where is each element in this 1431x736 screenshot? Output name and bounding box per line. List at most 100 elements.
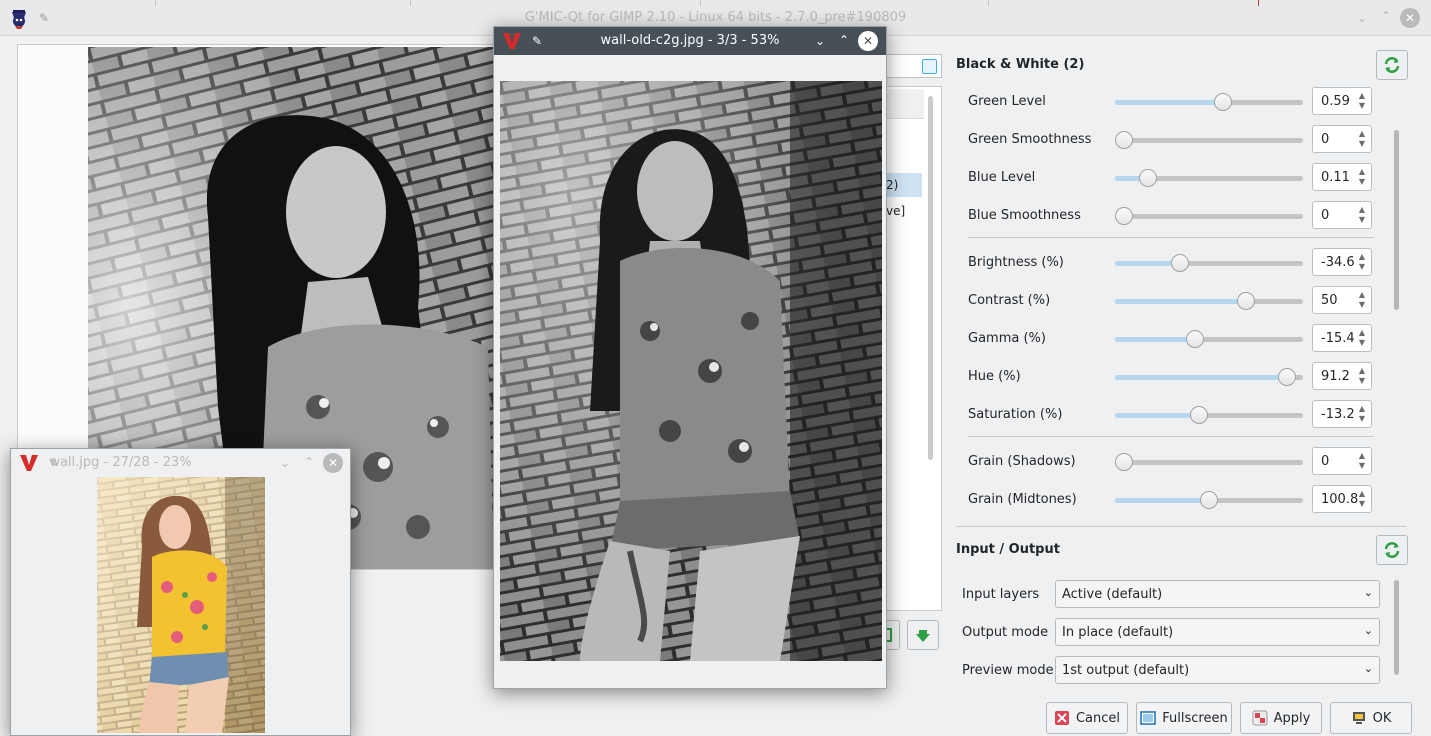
param-slider[interactable]: [1115, 299, 1303, 304]
param-label: Saturation (%): [968, 407, 1063, 422]
bw-image[interactable]: [500, 81, 882, 661]
param-spinbox[interactable]: 0.59 ▲ ▼: [1312, 87, 1372, 115]
param-spinbox[interactable]: 0.11 ▲ ▼: [1312, 163, 1372, 191]
spin-arrows-icon[interactable]: ▲ ▼: [1357, 489, 1367, 509]
spin-arrows-icon[interactable]: ▲ ▼: [1357, 328, 1367, 348]
search-icon[interactable]: [922, 59, 937, 74]
slider-handle[interactable]: [1213, 93, 1232, 111]
param-row: Contrast (%) 50 ▲ ▼: [956, 286, 1376, 316]
param-row: Gamma (%) -15.4 ▲ ▼: [956, 324, 1376, 354]
param-slider[interactable]: [1115, 214, 1303, 219]
slider-fill: [1115, 413, 1199, 418]
filter-search-input[interactable]: [884, 54, 942, 78]
slider-handle[interactable]: [1115, 131, 1133, 149]
fullscreen-label: Fullscreen: [1162, 710, 1228, 726]
io-scrollbar[interactable]: [1394, 580, 1399, 675]
ok-button[interactable]: OK: [1330, 702, 1412, 734]
spin-arrows-icon[interactable]: ▲ ▼: [1357, 91, 1367, 111]
input-layers-select[interactable]: Active (default) ⌄: [1055, 580, 1380, 608]
param-row: Hue (%) 91.2 ▲ ▼: [956, 362, 1376, 392]
params-scrollbar[interactable]: [1394, 130, 1399, 310]
param-value: 0: [1321, 454, 1330, 469]
close-button[interactable]: ✕: [323, 453, 343, 473]
io-section-title: Input / Output: [956, 542, 1060, 557]
preview-mode-label: Preview mode: [962, 663, 1054, 678]
slider-handle[interactable]: [1200, 491, 1218, 509]
param-slider[interactable]: [1115, 337, 1303, 342]
chevron-down-icon: ⌄: [1363, 662, 1373, 675]
param-spinbox[interactable]: -15.4 ▲ ▼: [1312, 324, 1372, 352]
param-spinbox[interactable]: 0 ▲ ▼: [1312, 125, 1372, 153]
param-spinbox[interactable]: -13.2 ▲ ▼: [1312, 400, 1372, 428]
param-row: Brightness (%) -34.6 ▲ ▼: [956, 248, 1376, 278]
output-mode-row: Output mode In place (default) ⌄: [962, 618, 1382, 648]
filter-tree-scrollbar[interactable]: [928, 96, 933, 460]
slider-handle[interactable]: [1237, 292, 1256, 310]
preview-mode-select[interactable]: 1st output (default) ⌄: [1055, 656, 1380, 684]
param-label: Grain (Midtones): [968, 492, 1077, 507]
minimize-button[interactable]: ⌄: [1352, 8, 1372, 28]
param-label: Gamma (%): [968, 331, 1046, 346]
param-row: Blue Smoothness 0 ▲ ▼: [956, 201, 1376, 231]
param-slider[interactable]: [1115, 100, 1303, 105]
spin-arrows-icon[interactable]: ▲ ▼: [1357, 167, 1367, 187]
tree-header: [884, 89, 924, 119]
slider-handle[interactable]: [1115, 207, 1133, 225]
tree-item-selected[interactable]: 2): [884, 173, 922, 197]
param-row: Saturation (%) -13.2 ▲ ▼: [956, 400, 1376, 430]
param-value: 0.59: [1321, 94, 1350, 109]
param-value: -15.4: [1321, 331, 1355, 346]
maximize-button[interactable]: ⌃: [299, 452, 319, 472]
param-spinbox[interactable]: 91.2 ▲ ▼: [1312, 362, 1372, 390]
spin-arrows-icon[interactable]: ▲ ▼: [1357, 290, 1367, 310]
bw-window-titlebar[interactable]: ✎ wall-old-c2g.jpg - 3/3 - 53% ⌄ ⌃ ✕: [494, 27, 886, 55]
fullscreen-button[interactable]: Fullscreen: [1136, 702, 1232, 734]
param-slider[interactable]: [1115, 138, 1303, 143]
param-spinbox[interactable]: 100.8 ▲ ▼: [1312, 485, 1372, 513]
apply-icon: [1252, 710, 1268, 726]
slider-handle[interactable]: [1138, 169, 1157, 187]
param-slider[interactable]: [1115, 375, 1303, 380]
param-spinbox[interactable]: 50 ▲ ▼: [1312, 286, 1372, 314]
slider-handle[interactable]: [1278, 368, 1297, 386]
maximize-button[interactable]: ⌃: [1376, 6, 1396, 26]
move-down-button[interactable]: [907, 620, 939, 650]
close-button[interactable]: ✕: [1400, 8, 1420, 28]
close-button[interactable]: ✕: [858, 31, 878, 51]
spin-arrows-icon[interactable]: ▲ ▼: [1357, 404, 1367, 424]
param-label: Contrast (%): [968, 293, 1051, 308]
cancel-button[interactable]: Cancel: [1046, 702, 1128, 734]
minimize-button[interactable]: ⌄: [275, 453, 295, 473]
color-image-window[interactable]: ✎ wall.jpg - 27/28 - 23% ⌄ ⌃ ✕: [10, 448, 351, 736]
param-slider[interactable]: [1115, 261, 1303, 266]
spin-arrows-icon[interactable]: ▲ ▼: [1357, 366, 1367, 386]
input-layers-label: Input layers: [962, 587, 1040, 602]
params-panel-divider: [956, 526, 1406, 527]
color-image[interactable]: [97, 477, 265, 733]
spin-arrows-icon[interactable]: ▲ ▼: [1357, 252, 1367, 272]
tree-item[interactable]: ve]: [884, 199, 922, 223]
filter-tree[interactable]: 2) ve]: [884, 86, 942, 611]
param-spinbox[interactable]: -34.6 ▲ ▼: [1312, 248, 1372, 276]
spin-arrows-icon[interactable]: ▲ ▼: [1357, 129, 1367, 149]
param-spinbox[interactable]: 0 ▲ ▼: [1312, 201, 1372, 229]
param-slider[interactable]: [1115, 460, 1303, 465]
spin-arrows-icon[interactable]: ▲ ▼: [1357, 451, 1367, 471]
refresh-icon: [1384, 542, 1400, 558]
slider-handle[interactable]: [1171, 254, 1190, 272]
io-reset-button[interactable]: [1376, 535, 1408, 565]
minimize-button[interactable]: ⌄: [810, 31, 830, 51]
output-mode-select[interactable]: In place (default) ⌄: [1055, 618, 1380, 646]
bw-image-window[interactable]: ✎ wall-old-c2g.jpg - 3/3 - 53% ⌄ ⌃ ✕: [493, 26, 887, 689]
spin-arrows-icon[interactable]: ▲ ▼: [1357, 205, 1367, 225]
apply-button[interactable]: Apply: [1240, 702, 1322, 734]
color-window-titlebar[interactable]: ✎ wall.jpg - 27/28 - 23% ⌄ ⌃ ✕: [11, 449, 350, 477]
slider-handle[interactable]: [1189, 406, 1208, 424]
slider-handle[interactable]: [1186, 330, 1205, 348]
bw-reset-button[interactable]: [1376, 50, 1408, 80]
param-spinbox[interactable]: 0 ▲ ▼: [1312, 447, 1372, 475]
maximize-button[interactable]: ⌃: [834, 30, 854, 50]
slider-handle[interactable]: [1115, 453, 1133, 471]
param-slider[interactable]: [1115, 413, 1303, 418]
ok-icon: [1352, 712, 1365, 724]
